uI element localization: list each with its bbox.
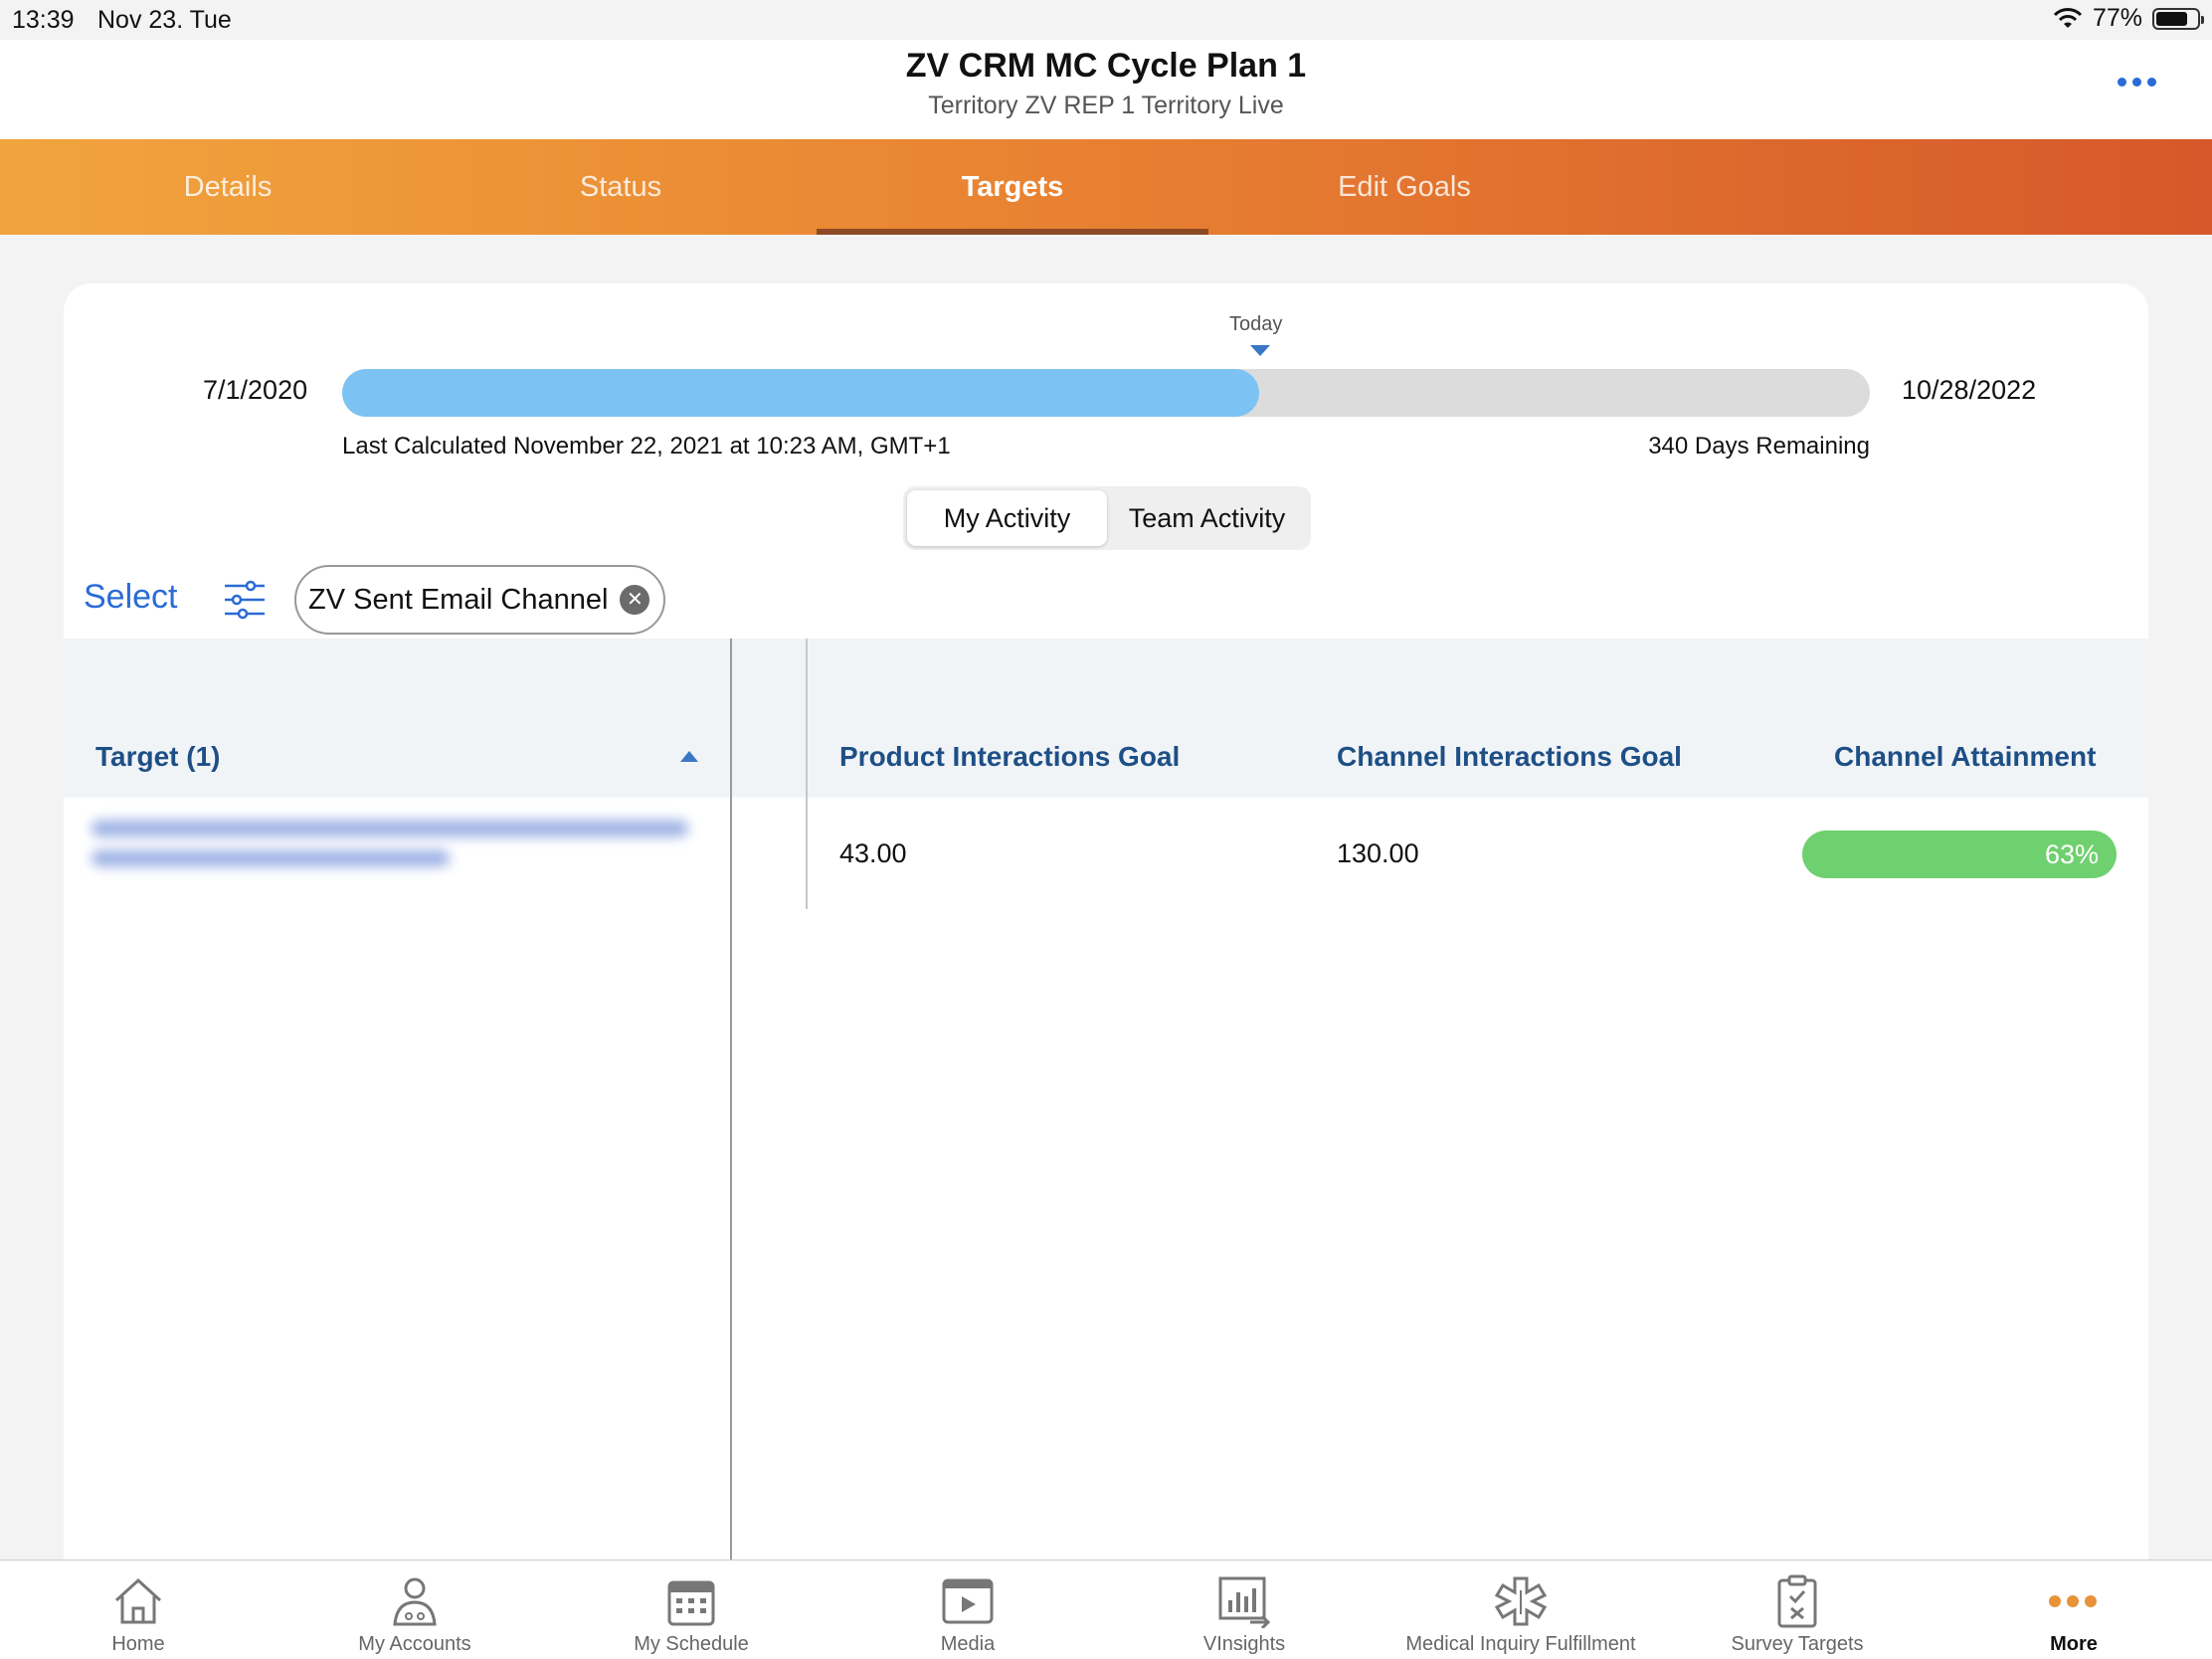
targets-card: Today 7/1/2020 10/28/2022 Last Calculate… — [64, 283, 2148, 1659]
column-divider — [730, 639, 732, 1659]
survey-icon — [1777, 1574, 1817, 1628]
days-remaining-text: 340 Days Remaining — [1648, 433, 1870, 460]
sort-ascending-icon[interactable] — [680, 751, 698, 762]
last-calculated-text: Last Calculated November 22, 2021 at 10:… — [342, 433, 951, 460]
table-header — [64, 639, 2148, 798]
target-name-redacted[interactable] — [92, 821, 688, 900]
team-activity-button[interactable]: Team Activity — [1107, 490, 1307, 546]
home-icon — [114, 1577, 162, 1624]
more-icon — [2049, 1595, 2097, 1607]
page-title: ZV CRM MC Cycle Plan 1 — [905, 47, 1307, 85]
my-activity-button[interactable]: My Activity — [907, 490, 1107, 546]
tab-details[interactable]: Details — [32, 139, 424, 235]
nav-label: My Accounts — [358, 1633, 471, 1655]
nav-label: My Schedule — [634, 1633, 749, 1655]
more-dot-icon — [2118, 78, 2126, 87]
tab-status[interactable]: Status — [425, 139, 817, 235]
nav-vinsights[interactable]: VInsights — [1106, 1561, 1382, 1659]
today-marker-icon — [1250, 345, 1270, 356]
target-column-header[interactable]: Target (1) — [95, 741, 221, 773]
nav-my-schedule[interactable]: My Schedule — [553, 1561, 830, 1659]
battery-percent: 77% — [2092, 4, 2142, 32]
medical-icon — [1494, 1576, 1548, 1626]
nav-label: Survey Targets — [1731, 1633, 1864, 1655]
tab-edit-goals[interactable]: Edit Goals — [1208, 139, 1600, 235]
nav-label: VInsights — [1202, 1633, 1286, 1655]
page-header: ZV CRM MC Cycle Plan 1 Territory ZV REP … — [0, 40, 2212, 139]
status-date: Nov 23. Tue — [97, 6, 232, 34]
channel-interactions-goal-header[interactable]: Channel Interactions Goal — [1337, 741, 1682, 773]
cycle-progress-fill — [342, 369, 1259, 417]
activity-toggle: My Activity Team Activity — [903, 486, 1311, 550]
bottom-nav: Home My Accounts My Schedule Media VInsi… — [0, 1560, 2212, 1659]
insights-icon — [1218, 1576, 1271, 1628]
close-icon[interactable]: ✕ — [620, 585, 650, 615]
wifi-icon — [2053, 7, 2083, 28]
nav-home[interactable]: Home — [0, 1561, 276, 1659]
channel-attainment-header[interactable]: Channel Attainment — [1834, 741, 2096, 773]
product-interactions-goal-header[interactable]: Product Interactions Goal — [839, 741, 1180, 773]
filter-chip: ZV Sent Email Channel ✕ — [294, 565, 666, 635]
column-divider — [806, 639, 808, 909]
product-interactions-goal-value: 43.00 — [839, 838, 907, 868]
start-date: 7/1/2020 — [203, 375, 308, 405]
status-indicators: 77% — [2053, 4, 2204, 33]
calendar-icon — [667, 1580, 715, 1626]
media-icon — [942, 1578, 994, 1624]
filter-chip-label: ZV Sent Email Channel — [308, 583, 609, 616]
more-dot-icon — [2147, 78, 2156, 87]
tab-bar: Details Status Targets Edit Goals — [0, 139, 2212, 235]
status-bar: 13:39 Nov 23. Tue 77% — [0, 0, 2212, 40]
nav-medical-inquiry[interactable]: Medical Inquiry Fulfillment — [1382, 1561, 1659, 1659]
channel-interactions-goal-value: 130.00 — [1337, 838, 1419, 868]
more-dot-icon — [2132, 78, 2141, 87]
cycle-progress-bar — [342, 369, 1870, 417]
page-subtitle: Territory ZV REP 1 Territory Live — [928, 92, 1284, 119]
nav-label: Medical Inquiry Fulfillment — [1405, 1633, 1636, 1655]
nav-label: Media — [940, 1633, 996, 1655]
nav-my-accounts[interactable]: My Accounts — [276, 1561, 553, 1659]
nav-label: Home — [111, 1633, 165, 1655]
filter-sliders-icon[interactable] — [223, 578, 267, 622]
accounts-icon — [393, 1577, 437, 1626]
battery-icon — [2152, 7, 2204, 30]
end-date: 10/28/2022 — [1902, 375, 2037, 405]
channel-attainment-bar: 63% — [1802, 830, 2117, 878]
tab-targets[interactable]: Targets — [817, 139, 1208, 235]
nav-label: More — [2050, 1633, 2098, 1655]
nav-more[interactable]: More — [1936, 1561, 2212, 1659]
today-label: Today — [1229, 313, 1283, 335]
more-options-button[interactable] — [2118, 78, 2156, 87]
nav-survey-targets[interactable]: Survey Targets — [1659, 1561, 1936, 1659]
nav-media[interactable]: Media — [830, 1561, 1106, 1659]
select-button[interactable]: Select — [84, 578, 178, 617]
status-time: 13:39 — [12, 6, 75, 34]
